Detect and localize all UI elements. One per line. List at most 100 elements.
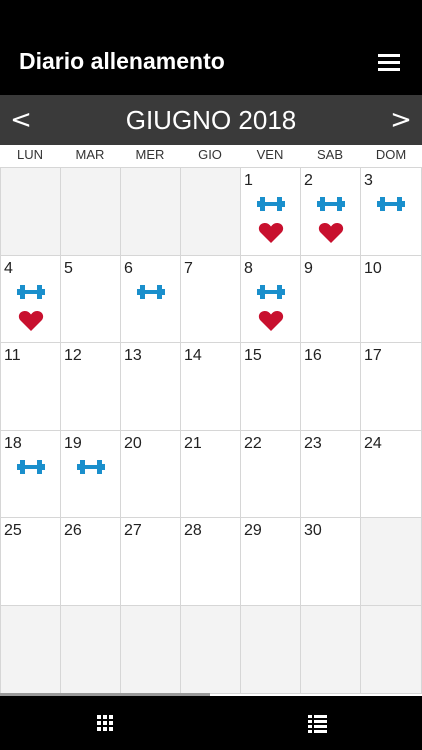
calendar-empty-cell — [361, 518, 422, 606]
day-number: 28 — [184, 522, 202, 540]
month-title: GIUGNO 2018 — [125, 105, 297, 135]
dumbbell-icon — [136, 284, 165, 305]
day-number: 13 — [124, 347, 142, 365]
day-number: 7 — [184, 259, 193, 277]
calendar-day-cell[interactable]: 26 — [61, 518, 121, 606]
calendar-week-row: 25 26 27 28 29 30 — [1, 518, 422, 606]
day-number: 12 — [64, 347, 82, 365]
calendar-empty-cell — [61, 605, 121, 694]
calendar-day-cell[interactable]: 10 — [361, 255, 422, 344]
day-activity-icons — [61, 459, 120, 480]
calendar-day-cell[interactable]: 21 — [181, 430, 241, 519]
calendar-day-cell[interactable]: 20 — [121, 430, 181, 519]
calendar-empty-cell — [181, 605, 241, 694]
day-number: 3 — [364, 172, 373, 189]
dumbbell-icon — [316, 196, 345, 217]
bottom-navigation — [0, 696, 422, 750]
calendar-day-cell[interactable]: 24 — [361, 430, 422, 519]
calendar-week-row: 1 2 3 — [1, 168, 422, 256]
day-activity-icons — [241, 284, 300, 337]
calendar-empty-cell — [1, 168, 61, 256]
calendar-day-cell[interactable]: 1 — [241, 168, 301, 256]
day-activity-icons — [241, 196, 300, 249]
calendar-day-cell[interactable]: 15 — [241, 343, 301, 431]
calendar-empty-cell — [361, 605, 422, 694]
weekday-label: DOM — [375, 147, 407, 162]
heart-icon — [318, 222, 344, 249]
day-number: 2 — [304, 172, 313, 189]
day-number: 20 — [124, 434, 142, 452]
calendar-grid-icon[interactable] — [91, 709, 119, 737]
day-number: 26 — [64, 522, 82, 540]
calendar-day-cell[interactable]: 2 — [301, 168, 361, 256]
app-header: Diario allenamento — [0, 0, 422, 95]
day-number: 30 — [304, 522, 322, 540]
dumbbell-icon — [16, 459, 45, 480]
calendar-week-row: 4 5 6 7 8 9 10 — [1, 255, 422, 344]
day-number: 9 — [304, 259, 313, 277]
calendar-empty-cell — [301, 605, 361, 694]
calendar-day-cell[interactable]: 28 — [181, 518, 241, 606]
calendar-day-cell[interactable]: 13 — [121, 343, 181, 431]
calendar-week-row — [1, 605, 422, 694]
dumbbell-icon — [377, 196, 405, 217]
calendar-day-cell[interactable]: 23 — [301, 430, 361, 519]
weekday-label: MAR — [75, 147, 105, 162]
day-number: 19 — [64, 434, 82, 452]
heart-icon — [18, 310, 44, 337]
calendar-day-cell[interactable]: 5 — [61, 255, 121, 344]
day-activity-icons — [1, 459, 60, 480]
calendar-day-cell[interactable]: 25 — [1, 518, 61, 606]
calendar-day-cell[interactable]: 9 — [301, 255, 361, 344]
day-number: 24 — [364, 434, 382, 452]
calendar-day-cell[interactable]: 6 — [121, 255, 181, 344]
calendar-day-cell[interactable]: 14 — [181, 343, 241, 431]
calendar-day-cell[interactable]: 12 — [61, 343, 121, 431]
weekday-label: SAB — [316, 147, 343, 162]
day-number: 18 — [4, 434, 22, 452]
calendar-day-cell[interactable]: 19 — [61, 430, 121, 519]
dumbbell-icon — [256, 284, 285, 305]
weekday-header: LUN MAR MER GIO VEN SAB DOM — [0, 145, 422, 167]
day-number: 23 — [304, 434, 322, 452]
day-number: 14 — [184, 347, 202, 365]
month-navigation: < GIUGNO 2018 > — [0, 95, 422, 145]
calendar-empty-cell — [121, 605, 181, 694]
day-number: 10 — [364, 259, 382, 277]
day-number: 17 — [364, 347, 382, 365]
calendar-day-cell[interactable]: 8 — [241, 255, 301, 344]
day-number: 6 — [124, 259, 133, 277]
app-title: Diario allenamento — [19, 48, 225, 74]
weekday-label: VEN — [256, 147, 284, 162]
calendar-day-cell[interactable]: 11 — [1, 343, 61, 431]
calendar-day-cell[interactable]: 7 — [181, 255, 241, 344]
day-number: 27 — [124, 522, 142, 540]
calendar-day-cell[interactable]: 17 — [361, 343, 422, 431]
dumbbell-icon — [256, 196, 285, 217]
calendar-empty-cell — [241, 605, 301, 694]
calendar-day-cell[interactable]: 22 — [241, 430, 301, 519]
day-activity-icons — [1, 284, 60, 337]
heart-icon — [258, 310, 284, 337]
calendar-empty-cell — [1, 605, 61, 694]
day-number: 4 — [4, 259, 13, 277]
weekday-label: MER — [135, 147, 165, 162]
calendar-day-cell[interactable]: 18 — [1, 430, 61, 519]
day-number: 16 — [304, 347, 322, 365]
list-view-icon[interactable] — [303, 709, 331, 737]
day-number: 29 — [244, 522, 262, 540]
calendar-day-cell[interactable]: 30 — [301, 518, 361, 606]
next-month-button[interactable]: > — [386, 103, 416, 137]
hamburger-menu-icon[interactable] — [374, 50, 404, 74]
day-activity-icons — [301, 196, 360, 249]
day-number: 21 — [184, 434, 202, 452]
calendar-day-cell[interactable]: 16 — [301, 343, 361, 431]
weekday-label: GIO — [198, 147, 222, 162]
day-number: 1 — [244, 172, 253, 189]
calendar-day-cell[interactable]: 29 — [241, 518, 301, 606]
calendar-empty-cell — [121, 168, 181, 256]
calendar-day-cell[interactable]: 3 — [361, 168, 422, 256]
calendar-day-cell[interactable]: 27 — [121, 518, 181, 606]
calendar-day-cell[interactable]: 4 — [1, 255, 61, 344]
calendar-grid: 1 2 3 4 5 6 7 8 9 10 11 12 13 14 15 16 17 18 19 20 21 22 23 24 2… — [0, 167, 422, 694]
